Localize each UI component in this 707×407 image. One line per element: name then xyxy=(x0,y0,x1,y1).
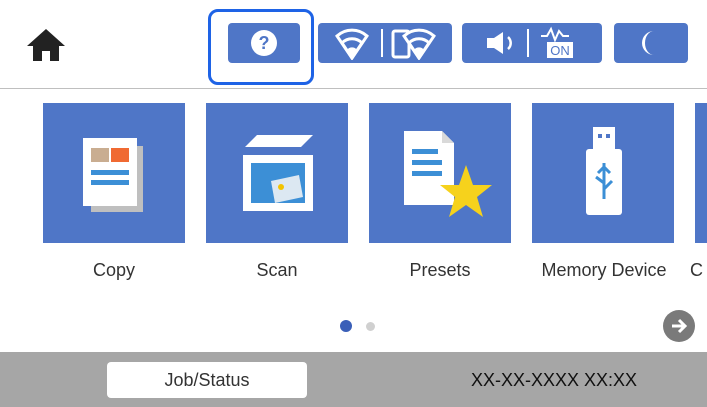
network-status-button[interactable] xyxy=(318,23,452,63)
scan-icon xyxy=(243,135,313,211)
power-on-label: ON xyxy=(550,43,570,58)
help-button-highlight xyxy=(208,9,314,85)
memory-device-icon xyxy=(586,127,622,215)
home-icon xyxy=(27,29,65,61)
memory-device-label[interactable]: Memory Device xyxy=(524,258,684,282)
status-divider xyxy=(381,29,383,57)
sleep-button[interactable] xyxy=(614,23,688,63)
copy-label[interactable]: Copy xyxy=(43,258,185,282)
next-tile-partial[interactable] xyxy=(695,103,707,243)
presets-tile[interactable] xyxy=(369,103,511,243)
page-indicator-inactive xyxy=(366,322,375,331)
wifi-icon xyxy=(335,28,369,60)
next-page-button[interactable] xyxy=(663,310,695,342)
date-time-display: XX-XX-XXXX XX:XX xyxy=(470,370,638,390)
presets-icon xyxy=(404,131,492,217)
power-on-icon: ON xyxy=(541,26,573,58)
scan-label[interactable]: Scan xyxy=(206,258,348,282)
status-divider xyxy=(527,29,529,57)
scan-tile[interactable] xyxy=(206,103,348,243)
presets-label[interactable]: Presets xyxy=(369,258,511,282)
copy-icon xyxy=(83,138,143,212)
memory-device-tile[interactable] xyxy=(532,103,674,243)
arrow-right-icon xyxy=(672,318,688,334)
moon-icon xyxy=(642,31,654,55)
wifi-direct-icon xyxy=(391,28,436,60)
speaker-icon xyxy=(487,32,512,54)
job-status-button[interactable]: Job/Status xyxy=(107,362,307,398)
home-button[interactable] xyxy=(16,22,76,68)
page-indicator-active xyxy=(340,320,352,332)
partial-tile-label[interactable]: C xyxy=(690,258,707,282)
sound-power-button[interactable]: ON xyxy=(462,23,602,63)
copy-tile[interactable] xyxy=(43,103,185,243)
